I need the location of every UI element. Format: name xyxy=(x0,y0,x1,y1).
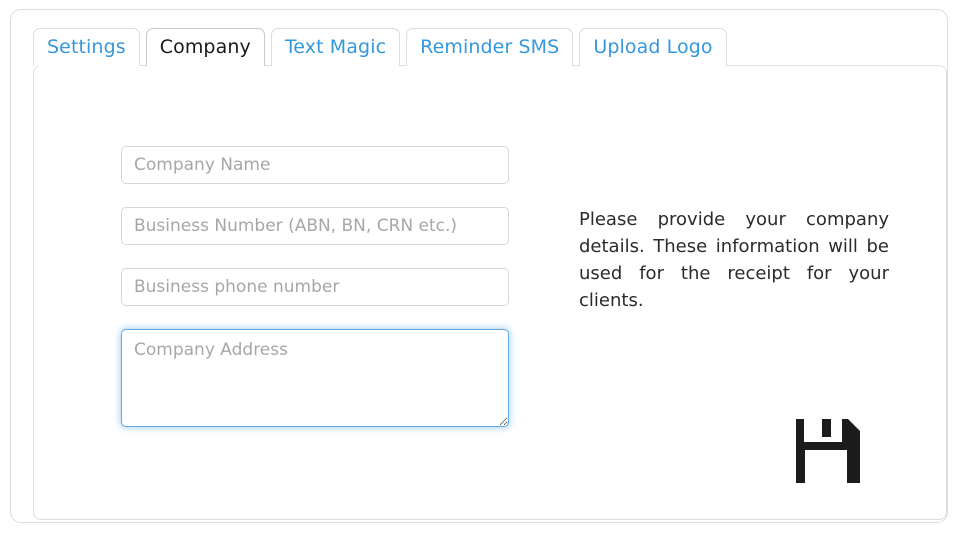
company-name-input[interactable] xyxy=(121,146,509,184)
tab-upload-logo[interactable]: Upload Logo xyxy=(579,28,726,66)
business-number-input[interactable] xyxy=(121,207,509,245)
tab-reminder-sms[interactable]: Reminder SMS xyxy=(406,28,573,66)
tab-text-magic[interactable]: Text Magic xyxy=(271,28,400,66)
business-phone-input[interactable] xyxy=(121,268,509,306)
floppy-disk-save-icon xyxy=(796,419,860,483)
help-text: Please provide your company details. The… xyxy=(579,206,889,314)
save-button[interactable] xyxy=(796,419,860,483)
tab-bar: Settings Company Text Magic Reminder SMS… xyxy=(33,28,733,66)
company-form xyxy=(121,146,509,427)
tab-settings[interactable]: Settings xyxy=(33,28,140,66)
settings-window: Settings Company Text Magic Reminder SMS… xyxy=(10,9,948,523)
help-column: Please provide your company details. The… xyxy=(579,206,889,314)
tab-company[interactable]: Company xyxy=(146,28,265,66)
company-tab-panel: Please provide your company details. The… xyxy=(33,65,947,520)
company-address-textarea[interactable] xyxy=(121,329,509,427)
